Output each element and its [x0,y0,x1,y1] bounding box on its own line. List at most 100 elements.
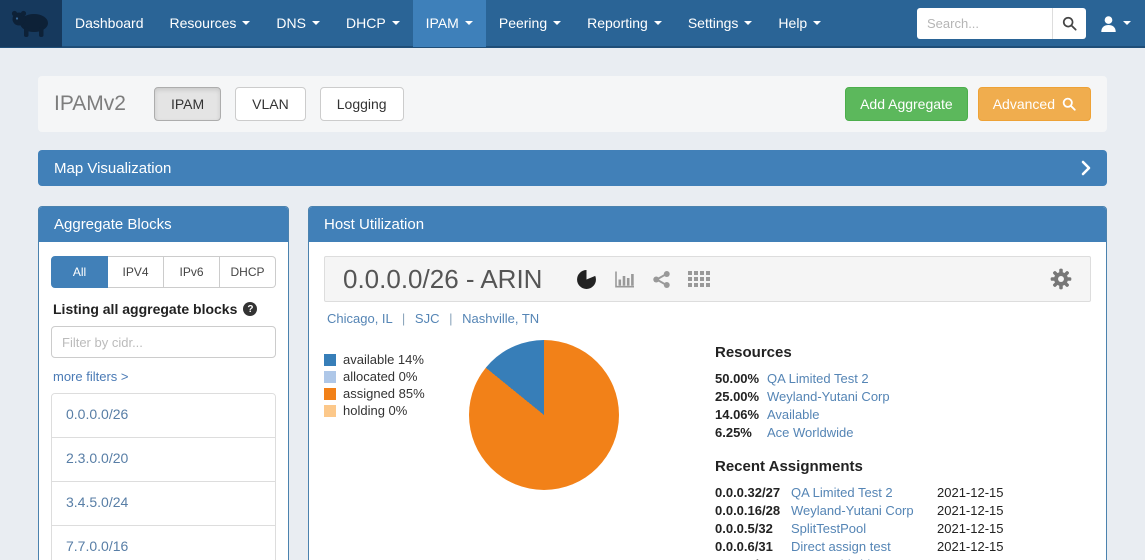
nav-item-dashboard[interactable]: Dashboard [62,0,157,47]
navbar-right [917,8,1145,39]
assignment-date: 2021-12-15 [937,521,1004,536]
user-menu[interactable] [1100,15,1131,32]
grid-view-button[interactable] [688,271,710,287]
advanced-search-button[interactable]: Advanced [978,87,1091,121]
list-item[interactable]: 0.0.0.0/26 [52,394,275,438]
add-aggregate-button[interactable]: Add Aggregate [845,87,968,121]
bar-chart-icon [614,270,635,289]
nav-item-dhcp[interactable]: DHCP [333,0,413,47]
legend-swatch [324,405,336,417]
gear-icon [1050,268,1072,290]
host-utilization-header: Host Utilization [309,207,1106,242]
resource-row: 25.00%Weyland-Yutani Corp [715,389,1091,404]
nav-label: Dashboard [75,0,144,47]
assignment-cidr: 0.0.0.32/27 [715,485,791,500]
resource-link[interactable]: Weyland-Yutani Corp [767,389,890,404]
tab-ipam[interactable]: IPAM [154,87,221,121]
assignment-link[interactable]: SplitTestPool [791,521,937,536]
nav-label: Peering [499,0,547,47]
block-subheader: 0.0.0.0/26 - ARIN [324,256,1091,302]
chevron-down-icon [744,21,752,25]
search-input[interactable] [917,8,1052,39]
search-icon [1062,97,1076,111]
legend-item: allocated 0% [324,369,461,384]
block-heading: 0.0.0.0/26 - ARIN [343,264,542,295]
top-navbar: Dashboard Resources DNS DHCP IPAM Peerin… [0,0,1145,48]
resource-pct: 50.00% [715,371,767,386]
nav-label: DHCP [346,0,386,47]
nav-label: Settings [688,0,739,47]
filter-tab-all[interactable]: All [51,256,108,288]
bar-view-button[interactable] [614,270,635,289]
list-item[interactable]: 7.7.0.0/16 [52,526,275,560]
legend-swatch [324,388,336,400]
main-content: Aggregate Blocks All IPV4 IPv6 DHCP List… [38,206,1107,560]
filter-tab-ipv4[interactable]: IPV4 [108,256,164,288]
assignment-link[interactable]: Weyland-Yutani Corp [791,503,937,518]
page-header: IPAMv2 IPAM VLAN Logging Add Aggregate A… [38,76,1107,132]
share-button[interactable] [652,270,671,289]
share-icon [652,270,671,289]
nav-label: Help [778,0,807,47]
nav-item-resources[interactable]: Resources [157,0,264,47]
assignment-link[interactable]: Direct assign test [791,539,937,554]
tab-vlan[interactable]: VLAN [235,87,306,121]
recent-assignments-heading: Recent Assignments [715,458,1091,475]
resources-heading: Resources [715,344,1091,361]
help-icon[interactable]: ? [243,302,257,316]
assignment-cidr: 0.0.0.5/32 [715,521,791,536]
pie-legend: available 14% allocated 0% assigned 85% … [324,352,461,560]
map-visualization-toggle[interactable]: Map Visualization [38,150,1107,186]
filter-tab-dhcp[interactable]: DHCP [220,256,276,288]
tab-logging[interactable]: Logging [320,87,404,121]
resource-row: 50.00%QA Limited Test 2 [715,371,1091,386]
app-logo[interactable] [0,0,62,47]
aggregate-blocks-body: All IPV4 IPv6 DHCP Listing all aggregate… [39,242,288,560]
listing-label-text: Listing all aggregate blocks [53,301,237,317]
pie-chart [469,340,619,490]
header-actions: Add Aggregate Advanced [845,87,1091,121]
separator: | [402,311,405,326]
assignment-link[interactable]: QA Limited Test 2 [791,485,937,500]
nav-item-peering[interactable]: Peering [486,0,574,47]
legend-label: holding 0% [343,403,407,418]
cidr-filter-input[interactable] [51,326,276,358]
location-link[interactable]: SJC [415,311,440,326]
settings-button[interactable] [1050,268,1072,290]
chevron-down-icon [465,21,473,25]
chevron-right-icon [1081,160,1091,176]
pie-chart-icon [576,269,597,290]
resource-pct: 25.00% [715,389,767,404]
global-search [917,8,1086,39]
nav-label: Resources [170,0,237,47]
resource-link[interactable]: Available [767,407,820,422]
assignment-cidr: 0.0.0.16/28 [715,503,791,518]
chevron-down-icon [392,21,400,25]
more-filters-link[interactable]: more filters > [53,369,129,384]
utilization-info: Resources 50.00%QA Limited Test 2 25.00%… [696,338,1091,560]
assignment-row: 0.0.0.16/28Weyland-Yutani Corp2021-12-15 [715,503,1091,518]
assignment-row: 0.0.0.32/27QA Limited Test 22021-12-15 [715,485,1091,500]
chevron-down-icon [654,21,662,25]
list-item[interactable]: 3.4.5.0/24 [52,482,275,526]
aggregate-blocks-panel: Aggregate Blocks All IPV4 IPv6 DHCP List… [38,206,289,560]
location-link[interactable]: Nashville, TN [462,311,539,326]
nav-item-help[interactable]: Help [765,0,834,47]
nav-item-reporting[interactable]: Reporting [574,0,675,47]
resource-link[interactable]: Ace Worldwide [767,425,853,440]
host-utilization-body: 0.0.0.0/26 - ARIN [309,242,1106,560]
nav-item-dns[interactable]: DNS [263,0,333,47]
search-button[interactable] [1052,8,1086,39]
nav-item-settings[interactable]: Settings [675,0,766,47]
list-item[interactable]: 2.3.0.0/20 [52,438,275,482]
resource-link[interactable]: QA Limited Test 2 [767,371,869,386]
location-link[interactable]: Chicago, IL [327,311,392,326]
aggregate-blocks-header: Aggregate Blocks [39,207,288,242]
nav-label: Reporting [587,0,648,47]
resource-pct: 14.06% [715,407,767,422]
search-icon [1062,16,1077,31]
page: Dashboard Resources DNS DHCP IPAM Peerin… [0,0,1145,560]
pie-view-button[interactable] [576,269,597,290]
nav-item-ipam[interactable]: IPAM [413,0,486,47]
filter-tab-ipv6[interactable]: IPv6 [164,256,220,288]
